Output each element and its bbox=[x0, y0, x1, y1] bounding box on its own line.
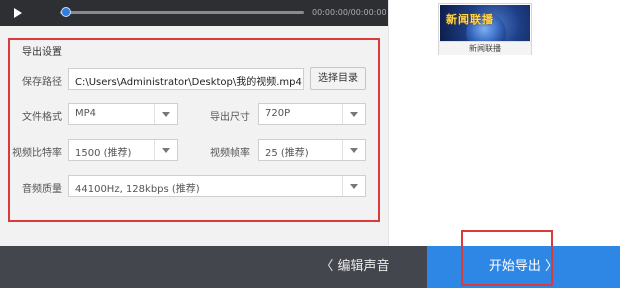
chevron-down-icon bbox=[154, 140, 177, 160]
frame-rate-label: 视频帧率 bbox=[210, 148, 250, 159]
video-bitrate-select[interactable]: 1500 (推荐) bbox=[68, 139, 178, 161]
export-size-value: 720P bbox=[265, 108, 291, 119]
choose-directory-button[interactable]: 选择目录 bbox=[310, 67, 366, 90]
chevron-down-icon bbox=[154, 104, 177, 124]
play-icon bbox=[14, 8, 22, 18]
save-path-input[interactable]: C:\Users\Administrator\Desktop\我的视频.mp4 bbox=[68, 68, 304, 90]
export-size-label: 导出尺寸 bbox=[210, 112, 250, 123]
seek-bar[interactable] bbox=[60, 11, 304, 14]
thumbnail-image: 新闻联播 bbox=[440, 5, 530, 41]
video-bitrate-value: 1500 (推荐) bbox=[75, 148, 132, 159]
video-bitrate-label: 视频比特率 bbox=[12, 148, 62, 159]
chevron-down-icon bbox=[342, 176, 365, 196]
time-display: 00:00:00/00:00:00 bbox=[312, 8, 387, 17]
save-path-value: C:\Users\Administrator\Desktop\我的视频.mp4 bbox=[75, 77, 302, 88]
play-button[interactable] bbox=[10, 6, 24, 20]
file-format-label: 文件格式 bbox=[22, 112, 62, 123]
file-format-select[interactable]: MP4 bbox=[68, 103, 178, 125]
chevron-down-icon bbox=[342, 140, 365, 160]
save-path-label: 保存路径 bbox=[22, 77, 62, 88]
export-size-select[interactable]: 720P bbox=[258, 103, 366, 125]
export-settings-title: 导出设置 bbox=[22, 47, 62, 58]
audio-quality-label: 音频质量 bbox=[22, 184, 62, 195]
file-format-value: MP4 bbox=[75, 108, 97, 119]
export-button-highlight bbox=[461, 230, 553, 286]
thumbnail-logo-text: 新闻联播 bbox=[446, 13, 494, 26]
frame-rate-value: 25 (推荐) bbox=[265, 148, 309, 159]
edit-audio-button[interactable]: 〈 编辑声音 bbox=[300, 246, 410, 288]
audio-quality-value: 44100Hz, 128kbps (推荐) bbox=[75, 184, 200, 195]
thumbnail-caption: 新闻联播 bbox=[439, 41, 531, 55]
seek-handle[interactable] bbox=[61, 7, 71, 17]
frame-rate-select[interactable]: 25 (推荐) bbox=[258, 139, 366, 161]
media-thumbnail[interactable]: 新闻联播 新闻联播 bbox=[438, 3, 532, 55]
player-bar: 00:00:00/00:00:00 bbox=[0, 0, 388, 26]
chevron-down-icon bbox=[342, 104, 365, 124]
audio-quality-select[interactable]: 44100Hz, 128kbps (推荐) bbox=[68, 175, 366, 197]
